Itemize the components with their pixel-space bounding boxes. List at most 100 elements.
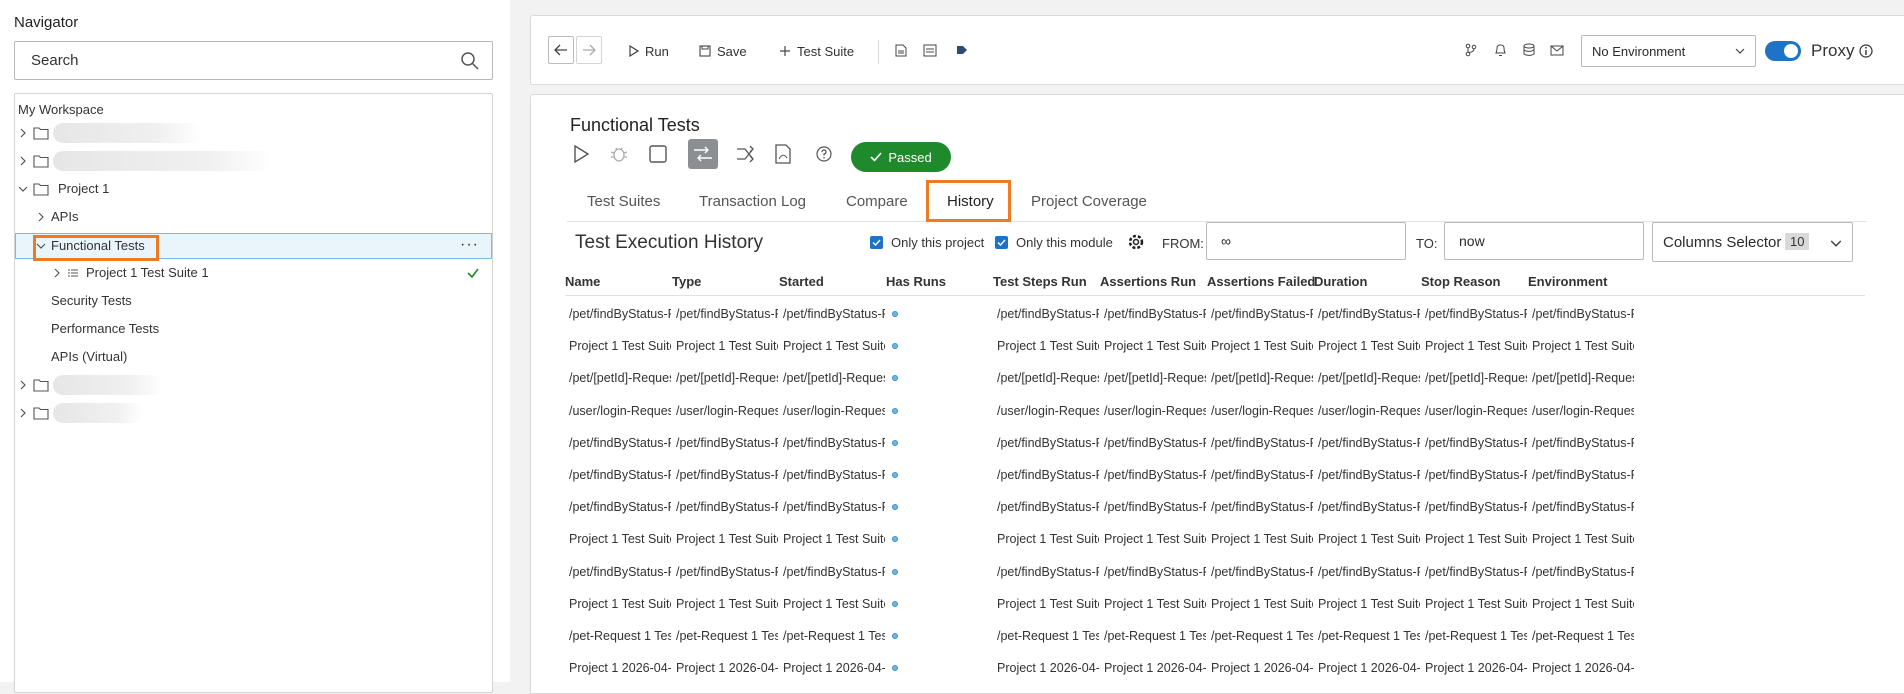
to-input[interactable]: now	[1444, 222, 1644, 260]
folder-icon	[33, 155, 49, 168]
chevron-right-icon[interactable]	[17, 407, 29, 419]
table-cell: /pet/findByStatus-R...	[676, 435, 778, 450]
add-test-suite-button[interactable]: Test Suite	[779, 38, 854, 64]
tab-transaction-log[interactable]: Transaction Log	[699, 193, 806, 210]
transaction-view-button[interactable]	[688, 139, 718, 169]
debug-button[interactable]	[605, 140, 633, 168]
chevron-right-icon[interactable]	[51, 267, 63, 279]
table-row[interactable]: /pet/findByStatus-R... /pet/findByStatus-…	[565, 557, 1865, 589]
stop-button[interactable]	[644, 140, 672, 168]
chevron-right-icon[interactable]	[17, 127, 29, 139]
settings-gear-icon[interactable]	[1127, 233, 1145, 251]
table-cell: Project 1 Test Suite ...	[676, 532, 778, 547]
column-header[interactable]: Started	[779, 274, 824, 289]
table-row[interactable]: /pet/[petId]-Request... /pet/[petId]-Requ…	[565, 363, 1865, 395]
report-icon[interactable]	[923, 44, 937, 57]
table-cell: Project 1 Test Suite ...	[1211, 339, 1313, 354]
run-test-button[interactable]	[567, 140, 595, 168]
run-label: Run	[645, 43, 669, 59]
back-button[interactable]	[548, 36, 574, 64]
column-header[interactable]: Name	[565, 274, 600, 289]
table-cell: /pet/findByStatus-R...	[1425, 564, 1527, 579]
tree-row-hidden-project[interactable]	[15, 401, 492, 425]
table-row[interactable]: Project 1 Test Suite ... Project 1 Test S…	[565, 524, 1865, 556]
tab-project-coverage[interactable]: Project Coverage	[1031, 193, 1147, 210]
tree-row-hidden-project[interactable]	[15, 149, 492, 173]
table-row[interactable]: /pet/findByStatus-R... /pet/findByStatus-…	[565, 492, 1865, 524]
tree-item-apis[interactable]: APIs	[15, 205, 492, 229]
chevron-right-icon[interactable]	[17, 379, 29, 391]
column-header[interactable]: Assertions Run	[1100, 274, 1196, 289]
stop-icon	[649, 145, 667, 163]
table-row[interactable]: /pet/findByStatus-R... /pet/findByStatus-…	[565, 460, 1865, 492]
table-row[interactable]: /user/login-Request... /user/login-Reques…	[565, 396, 1865, 428]
branch-icon[interactable]	[1464, 43, 1478, 57]
column-header[interactable]: Environment	[1528, 274, 1607, 289]
table-row[interactable]: Project 1 Test Suite ... Project 1 Test S…	[565, 331, 1865, 363]
passed-check-icon	[467, 268, 479, 279]
table-cell: /pet/findByStatus-R...	[1104, 435, 1206, 450]
save-button[interactable]: Save	[699, 38, 747, 64]
table-header: Name Type Started Has Runs Test Steps Run Ass…	[565, 268, 1865, 296]
database-icon[interactable]	[1523, 43, 1535, 57]
has-runs-indicator	[892, 504, 898, 511]
bell-icon[interactable]	[1494, 43, 1507, 57]
tree-row-hidden-project[interactable]	[15, 373, 492, 397]
column-header[interactable]: Has Runs	[886, 274, 946, 289]
play-icon	[629, 45, 639, 57]
search-input[interactable]: Search	[14, 41, 493, 80]
chevron-down-icon[interactable]	[35, 240, 47, 252]
more-options-icon[interactable]: ···	[460, 236, 479, 254]
table-row[interactable]: Project 1 Test Suite ... Project 1 Test S…	[565, 589, 1865, 621]
only-this-project-checkbox[interactable]: Only this project	[870, 235, 984, 250]
column-header[interactable]: Type	[672, 274, 701, 289]
table-row[interactable]: /pet/findByStatus-R... /pet/findByStatus-…	[565, 428, 1865, 460]
column-header[interactable]: Duration	[1314, 274, 1367, 289]
tree-item-apis-virtual[interactable]: APIs (Virtual)	[15, 345, 492, 369]
table-row[interactable]: /pet/findByStatus-R... /pet/findByStatus-…	[565, 299, 1865, 331]
table-cell: /pet-Request 1 Test ...	[1318, 629, 1420, 643]
from-input[interactable]: ∞	[1206, 222, 1406, 260]
redacted-label	[53, 403, 143, 423]
redacted-label	[53, 151, 273, 171]
table-row[interactable]: Project 1 2026-04-... Project 1 2026-04-.…	[565, 653, 1865, 685]
shuffle-button[interactable]	[731, 140, 759, 168]
tab-compare[interactable]: Compare	[846, 193, 908, 210]
plugin-icon[interactable]	[955, 43, 969, 57]
mail-icon[interactable]	[1550, 45, 1564, 56]
environment-select[interactable]: No Environment	[1581, 35, 1756, 67]
table-cell: /pet-Request 1 Test ...	[676, 629, 778, 643]
tree-item-test-suite[interactable]: Project 1 Test Suite 1	[15, 261, 492, 285]
pdf-report-button[interactable]	[769, 140, 797, 168]
to-value: now	[1459, 233, 1485, 249]
column-header[interactable]: Assertions Failed	[1207, 274, 1315, 289]
chevron-right-icon[interactable]	[17, 155, 29, 167]
document-icon[interactable]	[895, 44, 907, 57]
tree-row-hidden-project[interactable]	[15, 121, 492, 145]
tree-item-functional-tests[interactable]: Functional Tests ···	[15, 233, 492, 259]
table-cell: Project 1 Test Suite ...	[997, 339, 1099, 354]
workspace-row[interactable]: My Workspace	[15, 98, 492, 122]
workspace-tree: My Workspace Project 1 APIs Functional T…	[14, 93, 493, 693]
search-icon[interactable]	[460, 51, 480, 71]
column-header[interactable]: Test Steps Run	[993, 274, 1087, 289]
info-icon[interactable]	[1859, 44, 1873, 58]
table-cell: Project 1 2026-04-...	[1104, 661, 1206, 676]
columns-selector[interactable]: Columns Selector 10	[1652, 222, 1853, 262]
forward-button[interactable]	[576, 36, 602, 64]
only-this-module-checkbox[interactable]: Only this module	[995, 235, 1113, 250]
table-cell: /pet/findByStatus-R...	[1425, 468, 1527, 482]
run-button[interactable]: Run	[629, 38, 669, 64]
column-header[interactable]: Stop Reason	[1421, 274, 1500, 289]
tree-item-security-tests[interactable]: Security Tests	[15, 289, 492, 313]
table-row[interactable]: /pet-Request 1 Test ... /pet-Request 1 Te…	[565, 621, 1865, 653]
tree-item-performance-tests[interactable]: Performance Tests	[15, 317, 492, 341]
help-button[interactable]	[810, 140, 838, 168]
tree-item-project-1[interactable]: Project 1	[15, 177, 492, 201]
tab-test-suites[interactable]: Test Suites	[587, 193, 660, 210]
chevron-down-icon[interactable]	[17, 183, 29, 195]
tree-item-label: Performance Tests	[51, 321, 160, 336]
tab-history[interactable]: History	[947, 193, 994, 210]
proxy-toggle[interactable]	[1765, 41, 1801, 61]
chevron-right-icon[interactable]	[35, 211, 47, 223]
